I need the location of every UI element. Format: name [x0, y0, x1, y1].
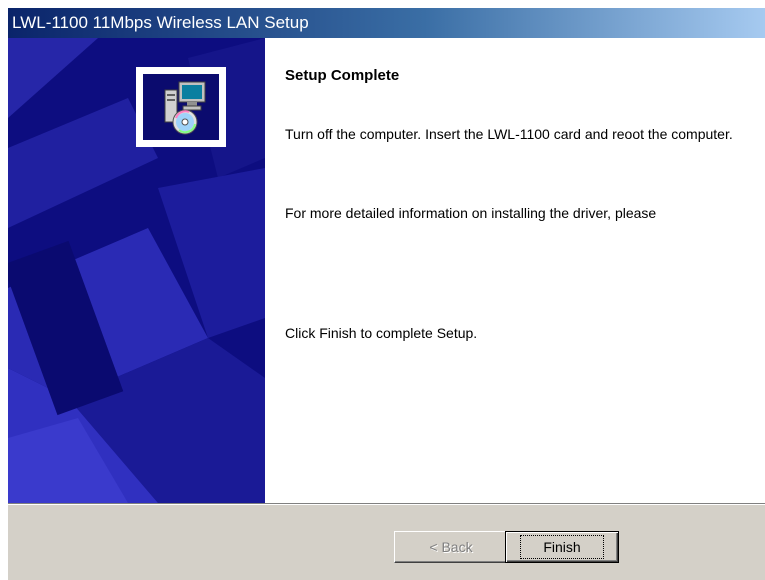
setup-computer-cd-icon [143, 74, 219, 140]
finish-hint-text: Click Finish to complete Setup. [285, 325, 478, 341]
finish-button[interactable]: Finish [505, 531, 619, 563]
button-area-divider [8, 503, 765, 505]
driver-info-text: For more detailed information on install… [285, 205, 657, 221]
wizard-banner [8, 38, 265, 503]
finish-button-label: Finish [520, 535, 604, 559]
setup-icon-frame [136, 67, 226, 147]
setup-dialog: LWL-1100 11Mbps Wireless LAN Setup Setup… [8, 8, 765, 580]
title-bar[interactable]: LWL-1100 11Mbps Wireless LAN Setup [8, 8, 765, 38]
back-button-label: < Back [429, 539, 473, 555]
window-title: LWL-1100 11Mbps Wireless LAN Setup [12, 13, 309, 32]
instruction-text: Turn off the computer. Insert the LWL-11… [285, 126, 733, 142]
back-button[interactable]: < Back [394, 531, 508, 563]
dialog-body: Setup Complete Turn off the computer. In… [8, 38, 765, 503]
page-heading: Setup Complete [285, 67, 400, 84]
